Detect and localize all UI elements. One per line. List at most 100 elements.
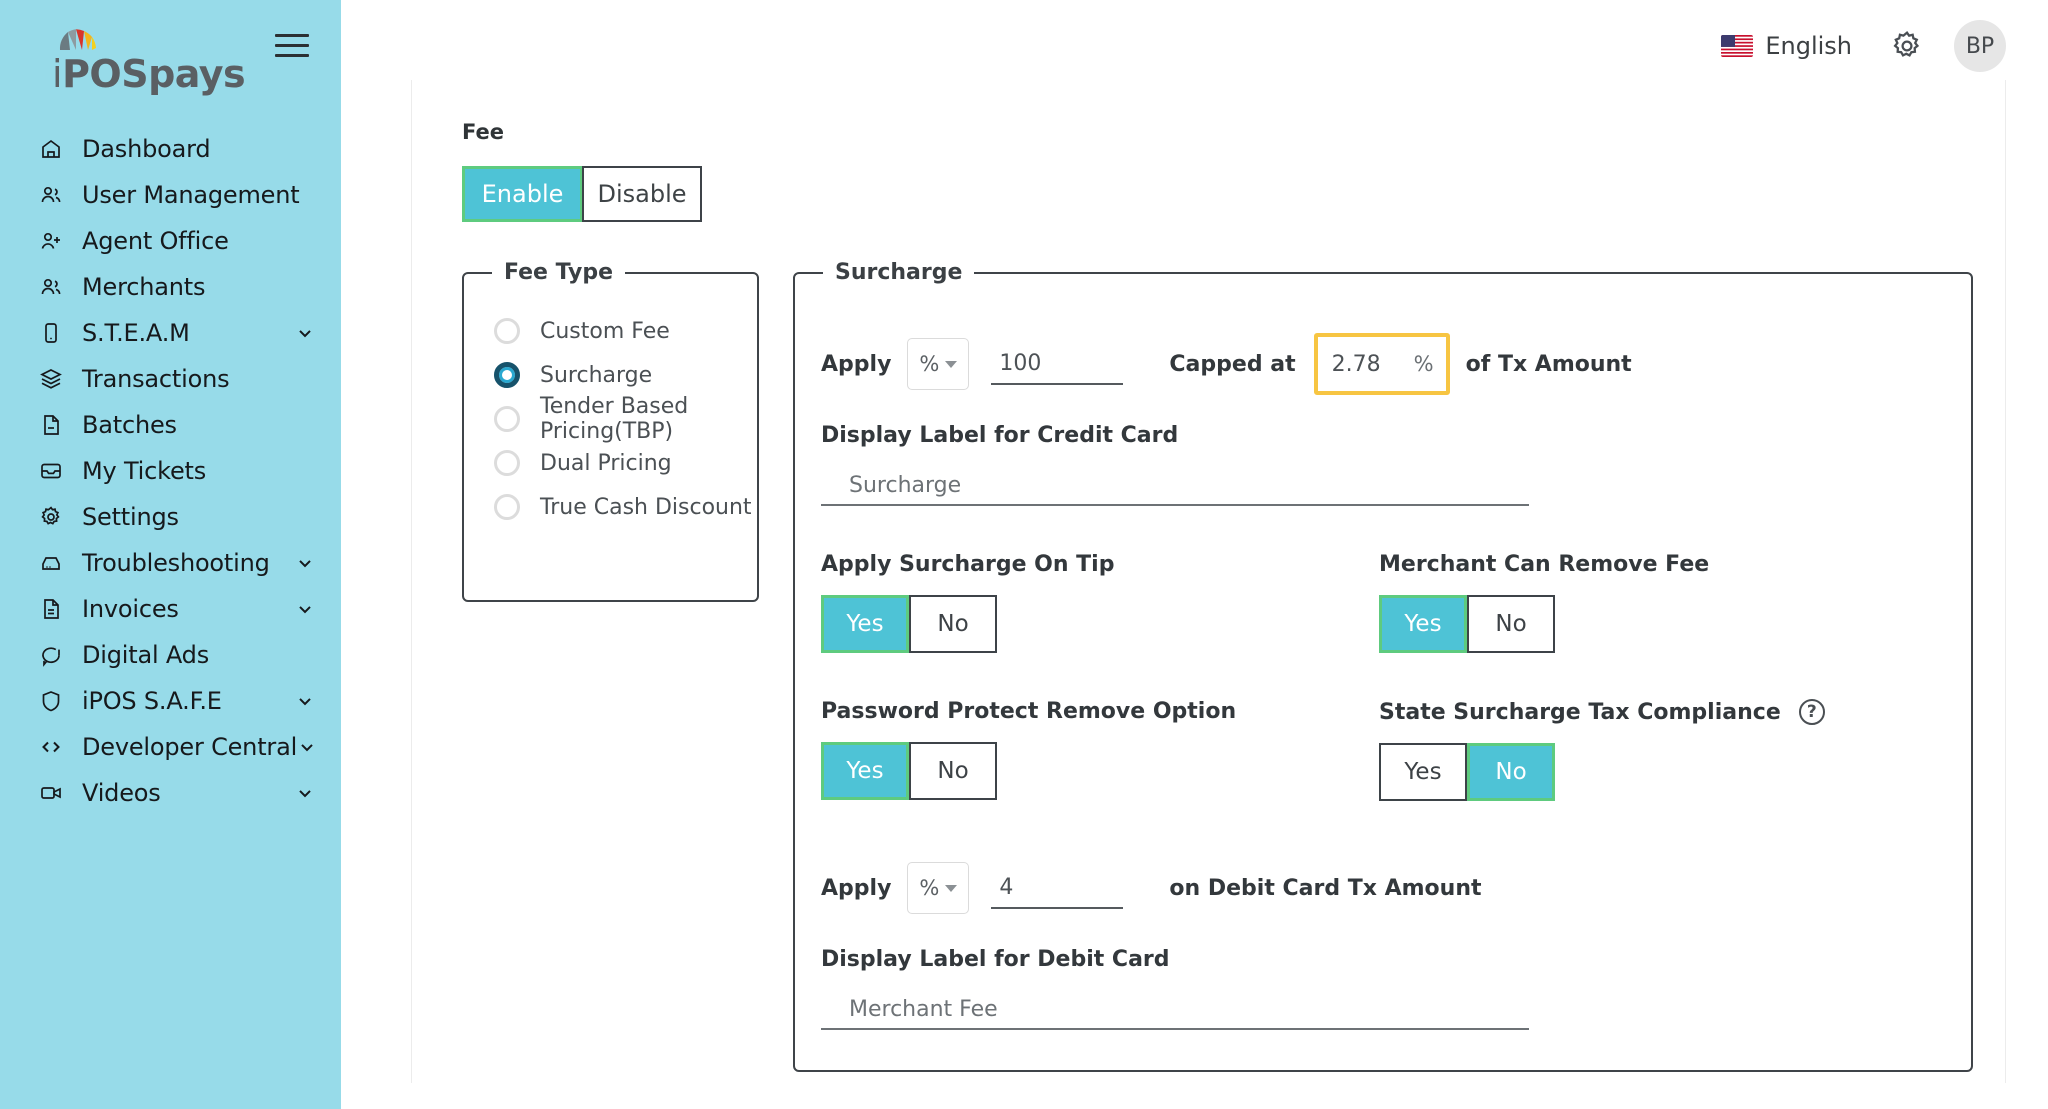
sidebar-item-user-management[interactable]: User Management: [0, 172, 341, 218]
debit-apply-label: Apply: [821, 875, 892, 901]
brand-logo[interactable]: iPOSpays: [52, 22, 246, 96]
sidebar-item-dashboard[interactable]: Dashboard: [0, 126, 341, 172]
brand-label: POSpays: [62, 52, 246, 96]
radio-selected-icon[interactable]: [494, 362, 520, 388]
language-label: English: [1765, 32, 1852, 60]
fee-enable-toggle: Enable Disable: [462, 166, 2005, 222]
avatar-initials: BP: [1965, 33, 1995, 59]
chat-icon: [36, 640, 66, 670]
debit-unit-select[interactable]: %: [907, 862, 970, 914]
password-protect-remove-option-group: Password Protect Remove Option Yes No: [821, 699, 1379, 801]
chevron-down-icon[interactable]: [295, 691, 315, 711]
sidebar-item-troubleshooting[interactable]: Troubleshooting: [0, 540, 341, 586]
help-icon[interactable]: ?: [1798, 699, 1825, 725]
fee-disable-button[interactable]: Disable: [582, 166, 702, 222]
sidebar-item-merchants[interactable]: Merchants: [0, 264, 341, 310]
merchant-can-remove-fee-yes[interactable]: Yes: [1379, 595, 1467, 653]
main-area: English BP Fee Enable Disable Fee Type C…: [341, 0, 2048, 1109]
radio-icon[interactable]: [494, 450, 520, 476]
debit-apply-row: Apply % on Debit Card Tx Amount: [821, 857, 1937, 919]
credit-card-label-block: Display Label for Credit Card: [821, 423, 1937, 506]
surcharge-body: Apply % Capped at %: [795, 285, 1971, 1070]
radio-icon[interactable]: [494, 406, 520, 432]
sidebar-item-label: Developer Central: [82, 733, 298, 761]
state-surcharge-tax-compliance-group: State Surcharge Tax Compliance ? Yes No: [1379, 699, 1937, 801]
apply-surcharge-on-tip-no[interactable]: No: [909, 595, 997, 653]
password-protect-remove-option-no[interactable]: No: [909, 742, 997, 800]
avatar[interactable]: BP: [1954, 20, 2006, 72]
fee-type-options: Custom Fee Surcharge Tender Based Pricin…: [464, 285, 757, 529]
gear-icon[interactable]: [1886, 25, 1928, 67]
shield-icon: [36, 686, 66, 716]
state-surcharge-tax-compliance-yes[interactable]: Yes: [1379, 743, 1467, 801]
credit-card-label-input[interactable]: [821, 466, 1529, 506]
capped-at-label: Capped at: [1169, 351, 1296, 377]
gear-icon: [36, 502, 66, 532]
radio-icon[interactable]: [494, 318, 520, 344]
sidebar-item-batches[interactable]: Batches: [0, 402, 341, 448]
password-protect-remove-option-label: Password Protect Remove Option: [821, 699, 1237, 724]
language-selector[interactable]: English: [1721, 32, 1852, 60]
sidebar-nav: Dashboard User Management Agent Office M…: [0, 126, 341, 816]
sidebar-item-ipos-safe[interactable]: iPOS S.A.F.E: [0, 678, 341, 724]
app-root: iPOSpays Dashboard User Management Agent…: [0, 0, 2048, 1109]
brand-prefix: i: [52, 52, 63, 96]
password-protect-remove-option-toggle: Yes No: [821, 742, 1379, 800]
fee-config-row: Fee Type Custom Fee Surcharge Tender Bas…: [440, 260, 2005, 1072]
chevron-down-icon[interactable]: [295, 553, 315, 573]
fee-type-option-tbp[interactable]: Tender Based Pricing(TBP): [494, 394, 757, 444]
fee-type-option-true-cash-discount[interactable]: True Cash Discount: [494, 485, 757, 529]
fee-type-option-dual-pricing[interactable]: Dual Pricing: [494, 441, 757, 485]
sidebar-item-label: iPOS S.A.F.E: [82, 687, 222, 715]
password-protect-remove-option-yes[interactable]: Yes: [821, 742, 909, 800]
chevron-down-icon: [945, 360, 958, 368]
chevron-down-icon[interactable]: [297, 737, 317, 757]
video-icon: [36, 778, 66, 808]
of-tx-amount-label: of Tx Amount: [1465, 351, 1632, 377]
sidebar-item-developer-central[interactable]: Developer Central: [0, 724, 341, 770]
surcharge-unit-select[interactable]: %: [907, 338, 970, 390]
debit-amount-input[interactable]: [991, 867, 1124, 909]
sidebar-item-label: User Management: [82, 181, 300, 209]
apply-surcharge-on-tip-yes[interactable]: Yes: [821, 595, 909, 653]
sidebar-item-digital-ads[interactable]: Digital Ads: [0, 632, 341, 678]
chevron-down-icon[interactable]: [295, 599, 315, 619]
sidebar-item-label: Digital Ads: [82, 641, 209, 669]
topbar: English BP: [341, 0, 2048, 92]
inbox-icon: [36, 456, 66, 486]
fee-type-option-custom-fee[interactable]: Custom Fee: [494, 309, 757, 353]
fee-type-option-surcharge[interactable]: Surcharge: [494, 353, 757, 397]
capped-at-input[interactable]: [1331, 351, 1402, 377]
fee-enable-button[interactable]: Enable: [462, 166, 582, 222]
capped-at-field[interactable]: %: [1313, 333, 1450, 395]
us-flag-icon: [1721, 35, 1754, 57]
capped-at-unit: %: [1413, 352, 1434, 376]
state-surcharge-tax-compliance-no[interactable]: No: [1467, 743, 1555, 801]
surcharge-amount-input[interactable]: [991, 343, 1124, 385]
surcharge-apply-row: Apply % Capped at %: [821, 333, 1937, 395]
sidebar-item-settings[interactable]: Settings: [0, 494, 341, 540]
debit-card-label-input[interactable]: [821, 990, 1529, 1030]
hamburger-icon[interactable]: [275, 34, 309, 60]
sidebar-item-label: Dashboard: [82, 135, 211, 163]
fee-type-fieldset: Fee Type Custom Fee Surcharge Tender Bas…: [462, 260, 759, 602]
chevron-down-icon[interactable]: [295, 783, 315, 803]
sidebar-item-invoices[interactable]: Invoices: [0, 586, 341, 632]
credit-card-label-title: Display Label for Credit Card: [821, 423, 1179, 448]
sidebar-item-transactions[interactable]: Transactions: [0, 356, 341, 402]
sidebar-item-my-tickets[interactable]: My Tickets: [0, 448, 341, 494]
chevron-down-icon[interactable]: [295, 323, 315, 343]
debit-unit-value: %: [919, 876, 940, 900]
debit-card-label-title: Display Label for Debit Card: [821, 947, 1170, 972]
merchant-can-remove-fee-no[interactable]: No: [1467, 595, 1555, 653]
user-plus-icon: [36, 226, 66, 256]
state-surcharge-tax-compliance-toggle: Yes No: [1379, 743, 1937, 801]
sidebar-item-agent-office[interactable]: Agent Office: [0, 218, 341, 264]
sidebar-item-steam[interactable]: S.T.E.A.M: [0, 310, 341, 356]
surcharge-unit-value: %: [919, 352, 940, 376]
brand-name: iPOSpays: [52, 52, 246, 96]
sidebar-item-videos[interactable]: Videos: [0, 770, 341, 816]
radio-icon[interactable]: [494, 494, 520, 520]
users-icon: [36, 272, 66, 302]
capped-at-group: Capped at % of Tx Amount: [1169, 333, 1632, 395]
